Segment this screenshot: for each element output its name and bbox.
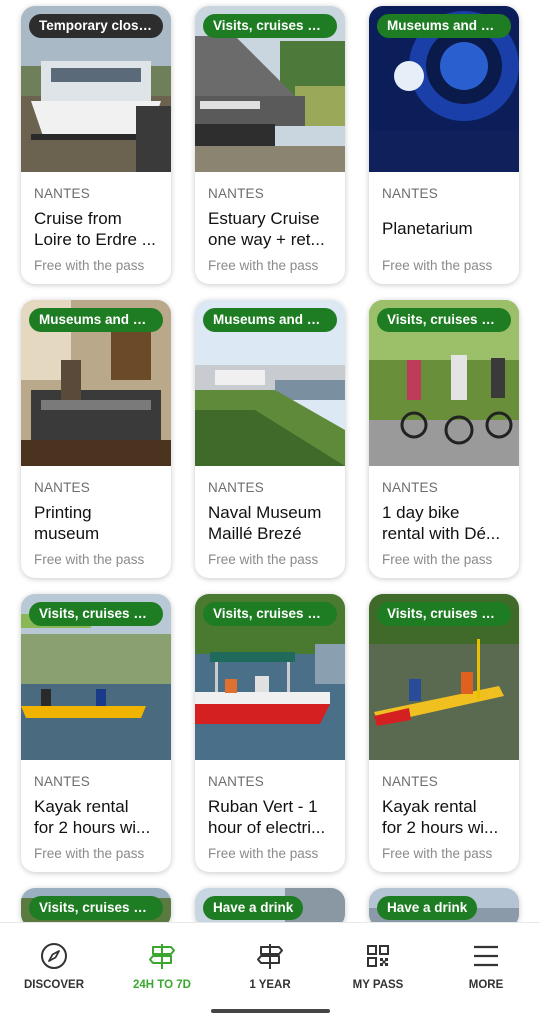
activity-card[interactable]: Visits, cruises and ... NANTES Kayak ren… [369,594,519,872]
activity-card[interactable]: Museums and sites NANTES Printing museum… [21,300,171,578]
card-price: Free with the pass [208,846,319,861]
activity-card[interactable]: Temporary closure NANTES Cruise from Loi… [21,6,171,284]
card-title-line1: 1 day bike [382,503,460,522]
activity-card[interactable]: Visits, cruises and ... NANTES Estuary C… [195,6,345,284]
card-title: Printing museum [34,503,162,544]
card-price: Free with the pass [208,552,319,567]
card-title: Estuary Cruise one way + ret... [208,209,336,250]
card-city: NANTES [34,480,90,495]
nav-discover-label: DISCOVER [23,979,85,991]
card-title-line2: Maillé Brezé [208,523,302,543]
card-title-line1: Ruban Vert - 1 [208,797,318,816]
card-city: NANTES [208,774,264,789]
menu-icon [474,945,498,967]
category-badge: Temporary closure [29,14,163,38]
activity-card[interactable]: Museums and sites NANTES Naval Museum Ma… [195,300,345,578]
activity-card[interactable]: Museums and sites NANTES Planetarium Fre… [369,6,519,284]
card-title-line1: Naval Museum [208,503,322,522]
card-title-line2: Loire to Erdre ... [34,229,156,249]
card-title-line1: Estuary Cruise [208,209,320,228]
card-price: Free with the pass [34,846,145,861]
card-title: 1 day bike rental with Dé... [382,503,510,544]
card-title: Kayak rental for 2 hours wi... [34,797,162,838]
card-price: Free with the pass [382,846,493,861]
signpost-icon [257,944,283,969]
nav-more-label: MORE [468,979,504,991]
card-title-line2: one way + ret... [208,229,325,249]
card-title-line1: Printing [34,503,92,522]
category-badge: Have a drink [203,896,304,920]
category-badge: Have a drink [377,896,478,920]
category-badge: Museums and sites [29,308,163,332]
card-title: Kayak rental for 2 hours wi... [382,797,510,838]
home-indicator[interactable] [211,1009,330,1013]
category-badge: Visits, cruises and ... [29,896,163,920]
nav-more[interactable]: MORE [436,941,536,991]
card-title-line1: Kayak rental [382,797,477,816]
card-title-line2: museum [34,523,100,543]
nav-my-pass[interactable]: MY PASS [328,941,428,991]
card-city: NANTES [382,186,438,201]
nav-1-year-label: 1 YEAR [249,979,291,991]
category-badge: Visits, cruises and ... [377,308,511,332]
card-city: NANTES [34,774,90,789]
activity-card[interactable]: Visits, cruises and ... NANTES Ruban Ver… [195,594,345,872]
nav-1-year[interactable]: 1 YEAR [220,941,320,991]
category-badge: Museums and sites [203,308,337,332]
card-price: Free with the pass [208,258,319,273]
card-price: Free with the pass [382,258,493,273]
card-city: NANTES [34,186,90,201]
card-title: Ruban Vert - 1 hour of electri... [208,797,336,838]
nav-my-pass-label: MY PASS [352,979,404,991]
card-city: NANTES [208,186,264,201]
category-badge: Visits, cruises and ... [203,602,337,626]
card-title: Planetarium [382,219,510,240]
nav-discover[interactable]: DISCOVER [4,941,104,991]
card-title-line1: Cruise from [34,209,122,228]
card-title-line1: Kayak rental [34,797,129,816]
card-title-line2: hour of electri... [208,817,326,837]
card-price: Free with the pass [34,258,145,273]
card-city: NANTES [382,774,438,789]
card-title-line2: rental with Dé... [382,523,501,543]
card-title-line1: Planetarium [382,219,473,238]
card-title: Naval Museum Maillé Brezé [208,503,336,544]
qr-code-icon [367,945,389,967]
card-price: Free with the pass [34,552,145,567]
signpost-icon [149,944,175,969]
card-price: Free with the pass [382,552,493,567]
category-badge: Visits, cruises and ... [29,602,163,626]
nav-24h-to-7d[interactable]: 24H TO 7D [112,941,212,991]
card-city: NANTES [382,480,438,495]
category-badge: Visits, cruises and ... [377,602,511,626]
card-title-line2: for 2 hours wi... [34,817,151,837]
card-title: Cruise from Loire to Erdre ... [34,209,162,250]
compass-icon [41,943,67,969]
card-title-line2: for 2 hours wi... [382,817,499,837]
activity-card[interactable]: Visits, cruises and ... NANTES Kayak ren… [21,594,171,872]
card-city: NANTES [208,480,264,495]
category-badge: Museums and sites [377,14,511,38]
category-badge: Visits, cruises and ... [203,14,337,38]
nav-24h-to-7d-label: 24H TO 7D [133,979,191,991]
activity-card[interactable]: Visits, cruises and ... NANTES 1 day bik… [369,300,519,578]
